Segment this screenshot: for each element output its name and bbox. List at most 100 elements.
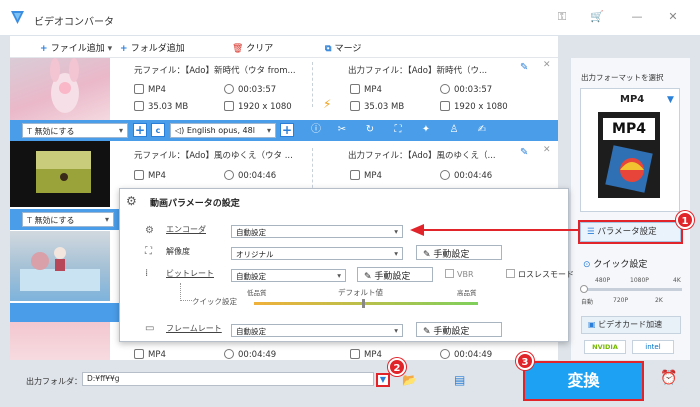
output-format: MP4 (350, 349, 382, 360)
cart-icon[interactable]: 🛒 (590, 10, 604, 24)
add-audio-button[interactable]: + (280, 123, 294, 137)
output-list-icon[interactable]: ▤ (454, 373, 465, 387)
output-file-name: 出力ファイル：【Ado】新時代（ウ... (348, 66, 488, 76)
convert-button[interactable]: 変換 (523, 361, 644, 401)
mp4-format-icon: MP4 (598, 112, 660, 198)
output-folder-dropdown[interactable]: ▼ (376, 373, 390, 387)
info-icon[interactable]: ⓘ (310, 124, 322, 136)
edit-pencil-icon[interactable]: ✎ (520, 147, 528, 158)
quick-setting-label: ⊙ クイック設定 (583, 260, 648, 270)
output-folder-label: 出力フォルダ： (26, 377, 82, 386)
close-icon[interactable]: ✕ (666, 10, 680, 24)
lightning-icon: ⚡ (323, 97, 332, 111)
subtitle-search-icon[interactable]: c (151, 123, 165, 137)
annotation-arrow-icon (410, 224, 578, 236)
rotate-icon[interactable]: ↻ (364, 124, 376, 136)
subtitle-select[interactable]: T 無効にする ▾ (22, 123, 128, 138)
step-badge-3: 3 (516, 352, 534, 370)
format-icon (350, 84, 360, 94)
crop-icon[interactable]: ⛶ (392, 124, 404, 136)
quality-slider-handle[interactable] (362, 299, 365, 308)
format-dropdown-icon[interactable]: ▼ (667, 95, 674, 105)
tick-1080p: 1080P (630, 277, 649, 284)
video-thumbnail[interactable] (10, 322, 110, 360)
resolution-manual-button[interactable]: ✎ 手動設定 (416, 245, 502, 260)
clock-icon (224, 170, 234, 180)
clock-icon (440, 170, 450, 180)
source-file-name: 元ファイル：【Ado】風のゆくえ（ウタ ... (134, 151, 293, 161)
subtitle-edit-icon[interactable]: ✍ (476, 124, 488, 136)
encoder-icon: ⚙ (145, 225, 154, 236)
bitrate-label[interactable]: ビットレート (166, 268, 214, 279)
tick-720p: 720P (613, 297, 629, 304)
alarm-clock-icon[interactable]: ⏰ (660, 370, 677, 386)
output-folder-input[interactable]: D:¥ff¥¥g (82, 372, 374, 386)
format-icon (134, 349, 144, 359)
tick-4k: 4K (673, 277, 681, 284)
clock-icon (224, 84, 234, 94)
source-size: 35.03 MB (134, 101, 188, 112)
resolution-select[interactable]: オリジナル ▾ (231, 247, 403, 260)
pencil-icon: ✎ (423, 327, 434, 337)
trash-icon: 🗑 (232, 44, 247, 54)
divider (312, 148, 313, 193)
parameter-settings-button[interactable]: ☰ パラメータ設定 (580, 222, 681, 242)
output-size: 35.03 MB (350, 101, 404, 112)
quick-quality-label: クイック設定 (192, 297, 237, 306)
vbr-checkbox[interactable]: VBR (445, 269, 474, 279)
gpu-checkbox-icon: ▣ (588, 320, 599, 329)
quick-icon: ⊙ (583, 260, 594, 270)
remove-icon[interactable]: ✕ (543, 60, 551, 70)
quick-slider[interactable] (582, 288, 682, 291)
merge-button[interactable]: ⧉ マージ (325, 41, 361, 54)
gpu-accel-toggle[interactable]: ▣ ビデオカード加速 (581, 316, 681, 334)
key-icon[interactable]: ⚿ (555, 10, 569, 24)
quick-slider-handle[interactable] (580, 285, 588, 293)
bitrate-manual-button[interactable]: ✎ 手動設定 (357, 267, 433, 282)
divider (312, 62, 313, 107)
plus-icon: + (120, 44, 131, 54)
source-format: MP4 (134, 84, 166, 95)
encoder-label[interactable]: エンコーダ (166, 224, 206, 235)
format-icon (134, 84, 144, 94)
video-thumbnail[interactable] (10, 141, 110, 207)
source-format: MP4 (134, 349, 166, 360)
add-file-button[interactable]: + ファイル追加 ▾ (40, 41, 112, 54)
nvidia-logo: NVIDIA (584, 340, 626, 354)
app-logo-icon (10, 10, 25, 25)
pencil-icon: ✎ (423, 250, 434, 260)
framerate-label[interactable]: フレームレート (166, 323, 222, 334)
watermark-icon[interactable]: ♙ (448, 124, 460, 136)
audio-track-select[interactable]: ◁) English opus, 48l ▾ (170, 123, 276, 138)
select-format-label: 出力フォーマットを選択 (581, 73, 664, 82)
output-duration: 00:04:46 (440, 170, 492, 181)
resolution-icon: ⛶ (145, 246, 152, 257)
lossless-checkbox[interactable]: ロスレスモード (506, 269, 574, 280)
minimize-icon[interactable]: — (630, 10, 644, 24)
tree-connector (180, 283, 192, 301)
output-duration: 00:04:49 (440, 349, 492, 360)
step-badge-1: 1 (676, 211, 694, 229)
bitrate-select[interactable]: 自動設定 ▾ (231, 269, 346, 282)
subtitle-select[interactable]: T 無効にする ▾ (22, 212, 114, 227)
encoder-select[interactable]: 自動設定 ▾ (231, 225, 403, 238)
framerate-select[interactable]: 自動設定 ▾ (231, 324, 403, 337)
clear-button[interactable]: 🗑 クリア (232, 41, 273, 54)
tick-auto: 自動 (581, 299, 594, 306)
tick-2k: 2K (655, 297, 663, 304)
remove-icon[interactable]: ✕ (543, 145, 551, 155)
sliders-icon: ☰ (587, 227, 598, 237)
quality-slider[interactable] (254, 302, 478, 305)
edit-pencil-icon[interactable]: ✎ (520, 62, 528, 73)
cut-icon[interactable]: ✂ (336, 124, 348, 136)
add-subtitle-button[interactable]: + (133, 123, 147, 137)
add-folder-button[interactable]: + フォルダ追加 (120, 41, 185, 54)
open-folder-icon[interactable]: 📂 (402, 373, 417, 387)
video-thumbnail[interactable] (10, 58, 110, 120)
effects-icon[interactable]: ✦ (420, 124, 432, 136)
bitrate-icon: ⁞ (145, 268, 149, 279)
app-title: ビデオコンバータ (34, 17, 114, 28)
framerate-manual-button[interactable]: ✎ 手動設定 (416, 322, 502, 337)
video-thumbnail[interactable] (10, 231, 110, 301)
format-icon (134, 170, 144, 180)
